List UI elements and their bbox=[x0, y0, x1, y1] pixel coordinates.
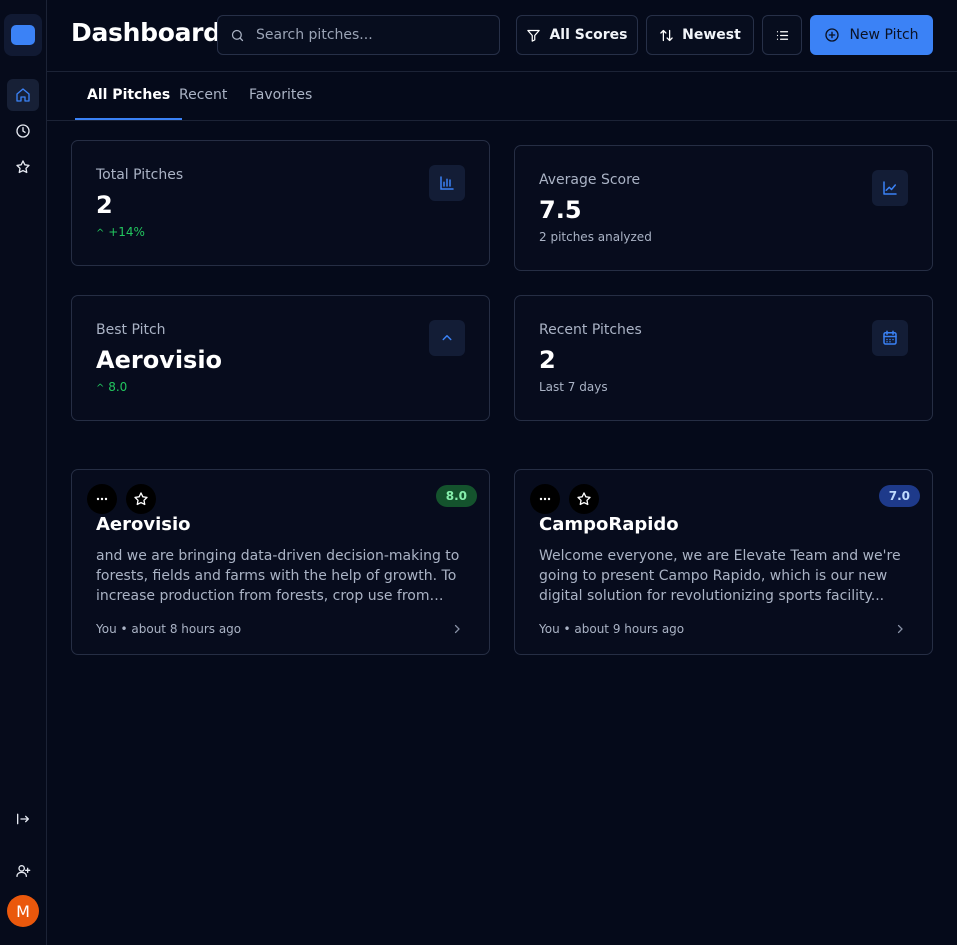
more-horizontal-icon bbox=[96, 497, 108, 501]
stat-card-best-pitch: Best Pitch Aerovisio ^ 8.0 bbox=[71, 295, 490, 421]
trend-up-icon: ^ bbox=[96, 383, 105, 394]
pitch-description: and we are bringing data-driven decision… bbox=[96, 548, 460, 604]
stat-value: Aerovisio bbox=[96, 346, 223, 374]
tab-all-pitches[interactable]: All Pitches bbox=[75, 87, 183, 120]
chevron-up-icon bbox=[429, 320, 465, 356]
trend-up-icon: ^ bbox=[96, 228, 105, 239]
filter-icon bbox=[527, 29, 541, 42]
stat-value: 2 bbox=[539, 346, 556, 374]
stat-trend: ^ 8.0 bbox=[96, 380, 127, 394]
new-pitch-button[interactable]: New Pitch bbox=[810, 15, 933, 55]
stat-label: Recent Pitches bbox=[539, 322, 642, 338]
stat-label: Average Score bbox=[539, 172, 641, 188]
plus-circle-icon bbox=[825, 28, 840, 42]
app-logo[interactable] bbox=[4, 14, 42, 56]
stat-card-recent-pitches: Recent Pitches 2 Last 7 days bbox=[514, 295, 933, 421]
expand-sidebar-icon[interactable] bbox=[7, 803, 39, 835]
search-input[interactable] bbox=[256, 27, 476, 43]
home-icon[interactable] bbox=[7, 79, 39, 111]
filter-label: All Scores bbox=[549, 27, 628, 43]
top-bar: Dashboard All Scores Newest New Pitch bbox=[47, 0, 957, 72]
stat-card-total-pitches: Total Pitches 2 ^ +14% bbox=[71, 140, 490, 266]
star-icon[interactable] bbox=[7, 151, 39, 183]
tab-recent[interactable]: Recent bbox=[179, 87, 227, 120]
more-options-button[interactable] bbox=[87, 484, 117, 514]
stat-label: Best Pitch bbox=[96, 322, 166, 338]
view-toggle-button[interactable] bbox=[762, 15, 802, 55]
more-options-button[interactable] bbox=[530, 484, 560, 514]
stat-value: 7.5 bbox=[539, 196, 582, 224]
new-pitch-label: New Pitch bbox=[849, 27, 919, 43]
score-filter-button[interactable]: All Scores bbox=[516, 15, 638, 55]
stat-trend: ^ +14% bbox=[96, 225, 145, 239]
stat-subtext: Last 7 days bbox=[539, 380, 608, 394]
line-chart-icon bbox=[872, 170, 908, 206]
stat-value: 2 bbox=[96, 191, 113, 219]
score-badge: 8.0 bbox=[435, 485, 477, 507]
clock-icon[interactable] bbox=[7, 115, 39, 147]
tab-bar: All Pitches Recent Favorites bbox=[47, 72, 957, 121]
stat-trend-value: +14% bbox=[108, 225, 145, 239]
tab-favorites[interactable]: Favorites bbox=[249, 87, 312, 120]
pitch-title: CampoRapido bbox=[539, 514, 679, 535]
sort-button[interactable]: Newest bbox=[646, 15, 754, 55]
calendar-icon bbox=[872, 320, 908, 356]
pitch-meta: You • about 9 hours ago bbox=[539, 622, 685, 636]
page-title: Dashboard bbox=[71, 18, 221, 47]
pitch-card[interactable]: 7.0 CampoRapido Welcome everyone, we are… bbox=[514, 469, 933, 655]
bar-chart-icon bbox=[429, 165, 465, 201]
sort-icon bbox=[660, 29, 673, 41]
pitch-title: Aerovisio bbox=[96, 514, 191, 535]
stat-trend-value: 8.0 bbox=[108, 380, 128, 394]
sidebar: M bbox=[0, 0, 47, 945]
more-horizontal-icon bbox=[539, 497, 551, 501]
pitch-description: Welcome everyone, we are Elevate Team an… bbox=[539, 548, 901, 604]
stat-label: Total Pitches bbox=[96, 167, 184, 183]
pitch-meta: You • about 8 hours ago bbox=[96, 622, 242, 636]
stat-card-average-score: Average Score 7.5 2 pitches analyzed bbox=[514, 145, 933, 271]
pitch-card[interactable]: 8.0 Aerovisio and we are bringing data-d… bbox=[71, 469, 490, 655]
favorite-button[interactable] bbox=[126, 484, 156, 514]
list-icon bbox=[776, 30, 788, 40]
sort-label: Newest bbox=[682, 27, 741, 43]
star-icon bbox=[577, 492, 591, 506]
user-avatar[interactable]: M bbox=[7, 895, 39, 927]
score-badge: 7.0 bbox=[878, 485, 920, 507]
favorite-button[interactable] bbox=[569, 484, 599, 514]
chevron-right-icon[interactable] bbox=[894, 623, 906, 635]
search-icon bbox=[231, 29, 244, 41]
search-box[interactable] bbox=[217, 15, 500, 55]
star-icon bbox=[134, 492, 148, 506]
add-user-icon[interactable] bbox=[7, 855, 39, 887]
stat-subtext: 2 pitches analyzed bbox=[539, 230, 652, 244]
chevron-right-icon[interactable] bbox=[451, 623, 463, 635]
